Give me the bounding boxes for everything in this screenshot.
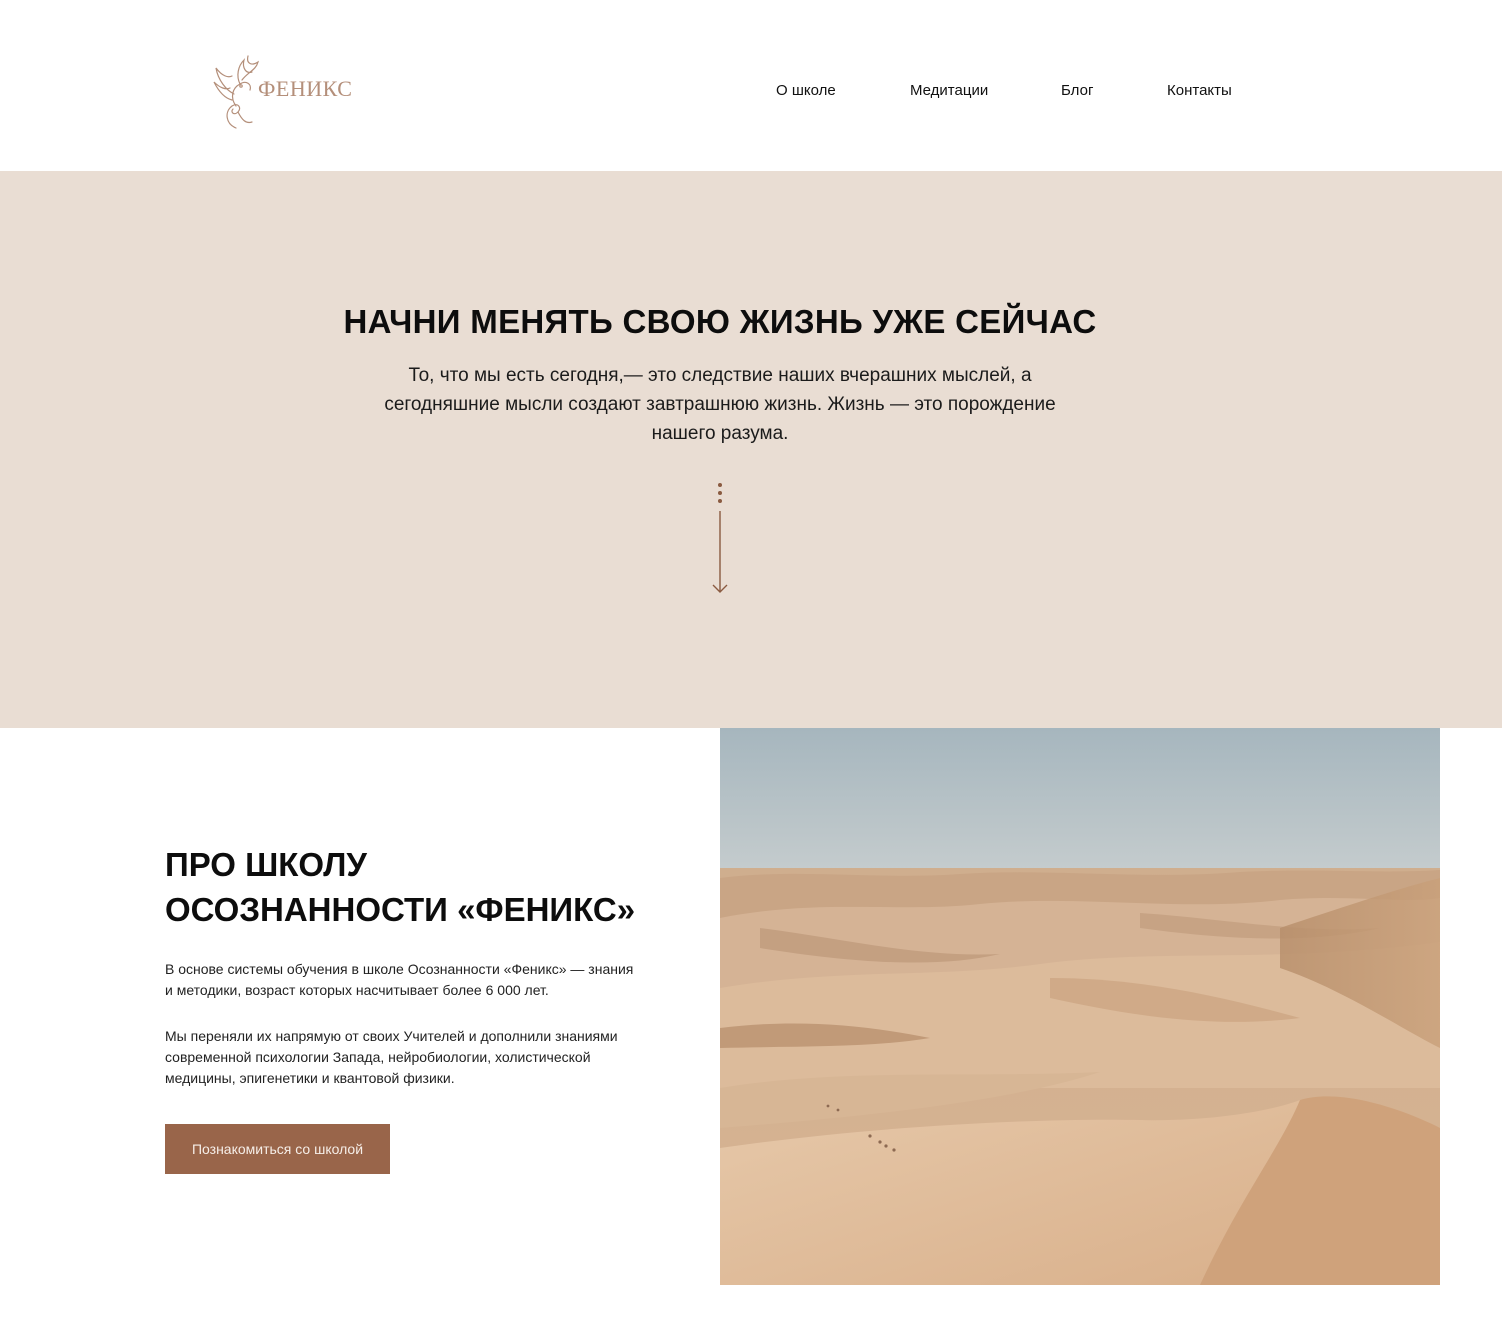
nav-item-about[interactable]: О школе: [776, 82, 836, 99]
desert-image: [720, 728, 1440, 1285]
logo-text: ФЕНИКС: [258, 76, 353, 101]
hero-section: НАЧНИ МЕНЯТЬ СВОЮ ЖИЗНЬ УЖЕ СЕЙЧАС То, ч…: [0, 171, 1502, 728]
about-title-line1: ПРО ШКОЛУ: [165, 846, 367, 883]
phoenix-logo-icon: [213, 55, 259, 129]
hero-subtitle: То, что мы есть сегодня,— это следствие …: [384, 365, 1056, 444]
site-header: ФЕНИКС О школе Медитации Блог Контакты: [0, 0, 1502, 171]
about-paragraph-2: Мы переняли их напрямую от своих Учителе…: [165, 1028, 618, 1086]
nav-item-contacts[interactable]: Контакты: [1167, 82, 1232, 99]
about-paragraph-1: В основе системы обучения в школе Осозна…: [165, 961, 634, 998]
about-title-line2: ОСОЗНАННОСТИ «ФЕНИКС»: [165, 891, 636, 928]
nav-item-blog[interactable]: Блог: [1061, 82, 1093, 99]
about-title: ПРО ШКОЛУ ОСОЗНАННОСТИ «ФЕНИКС»: [165, 842, 685, 932]
arrow-down-icon[interactable]: [709, 481, 731, 597]
hero-title: НАЧНИ МЕНЯТЬ СВОЮ ЖИЗНЬ УЖЕ СЕЙЧАС: [343, 303, 1097, 340]
nav-item-meditations[interactable]: Медитации: [910, 82, 988, 99]
logo[interactable]: ФЕНИКС: [212, 50, 362, 134]
learn-school-button[interactable]: Познакомиться со школой: [165, 1124, 390, 1174]
